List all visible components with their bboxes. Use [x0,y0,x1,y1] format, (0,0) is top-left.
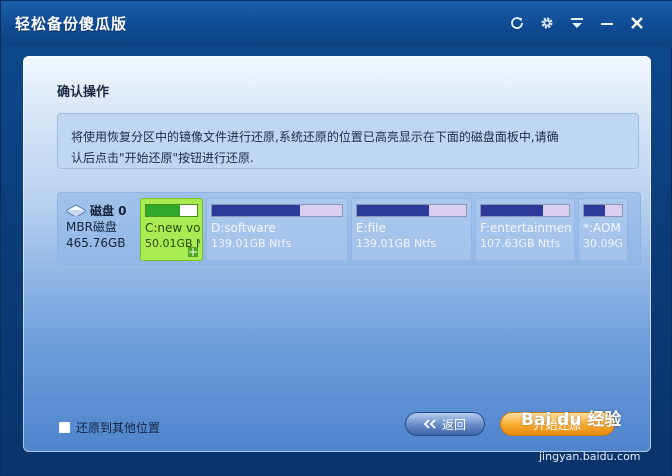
partition-usage-fill [584,205,605,216]
partition-usage-fill [212,205,301,216]
info-box: 将使用恢复分区中的镜像文件进行还原,系统还原的位置已高亮显示在下面的磁盘面板中,… [57,113,639,169]
partition-usage-bar [356,204,467,217]
windows-icon [188,247,198,257]
disk-panel: 磁盘 0 MBR磁盘 465.76GB C:new vo 50.01GB N D… [57,192,641,265]
disk-icon [66,204,86,216]
info-text-line-1: 将使用恢复分区中的镜像文件进行还原,系统还原的位置已高亮显示在下面的磁盘面板中,… [71,130,559,144]
window-controls [509,13,645,33]
partition-usage-bar [583,204,623,217]
app-title: 轻松备份傻瓜版 [15,15,128,33]
partition-e[interactable]: E:file 139.01GB Ntfs [351,198,472,261]
app-window: 轻松备份傻瓜版 确认操作 将使用恢复分区中的镜像文件进行还原,系统还原的位置已高… [0,0,672,476]
gear-icon[interactable] [539,13,555,33]
minimize-icon[interactable] [599,13,615,33]
partition-usage-bar [145,204,198,217]
info-text-line-2: 认后点击"开始还原"按钮进行还原. [71,151,254,165]
partition-aom[interactable]: *:AOM 30.09G [578,198,628,261]
partition-size: 139.01GB Ntfs [211,237,292,250]
partition-label: *:AOM [583,221,621,235]
disk-info: 磁盘 0 MBR磁盘 465.76GB [66,201,140,251]
restore-other-location-option[interactable]: 还原到其他位置 [59,419,160,436]
partition-size: 139.01GB Ntfs [356,237,437,250]
partition-label: D:software [211,221,276,235]
partition-d[interactable]: D:software 139.01GB Ntfs [206,198,348,261]
disk-name: 磁盘 0 [90,203,127,218]
refresh-icon[interactable] [509,13,525,33]
title-bar: 轻松备份傻瓜版 [1,1,672,47]
partition-usage-fill [357,205,429,216]
partition-usage-bar [211,204,343,217]
restore-other-location-checkbox[interactable] [59,422,70,433]
partition-f[interactable]: F:entertainmen 107.63GB Ntfs [475,198,575,261]
partition-size: 30.09G [583,237,624,250]
disk-type: MBR磁盘 [66,220,117,234]
content-panel: 确认操作 将使用恢复分区中的镜像文件进行还原,系统还原的位置已高亮显示在下面的磁… [23,56,651,452]
watermark-url: jingyan.baidu.com [539,450,641,463]
back-button[interactable]: 返回 [405,412,485,436]
partition-usage-bar [480,204,570,217]
partition-usage-fill [481,205,543,216]
close-icon[interactable] [629,13,645,33]
partition-label: C:new vo [145,221,200,235]
back-button-label: 返回 [441,417,466,432]
partition-label: E:file [356,221,386,235]
restore-other-location-label: 还原到其他位置 [76,421,161,435]
section-title: 确认操作 [57,85,110,100]
partition-c[interactable]: C:new vo 50.01GB N [140,198,203,261]
partition-label: F:entertainmen [480,221,572,235]
partition-usage-fill [146,205,180,216]
menu-icon[interactable] [569,13,585,33]
watermark-brand: Bai du 经验 [521,410,622,430]
partition-size: 107.63GB Ntfs [480,237,561,250]
double-chevron-left-icon [423,419,436,429]
disk-size: 465.76GB [66,236,126,250]
